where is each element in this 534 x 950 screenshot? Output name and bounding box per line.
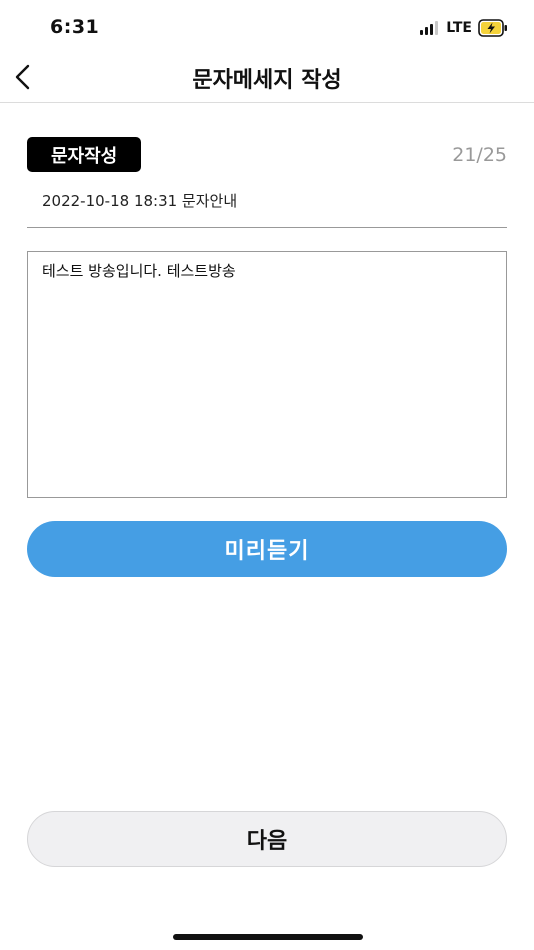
character-counter: 21/25 xyxy=(452,144,507,166)
network-label: LTE xyxy=(446,20,472,36)
navigation-bar: 문자메세지 작성 xyxy=(0,50,534,103)
status-indicators: LTE xyxy=(420,19,508,37)
signal-icon xyxy=(420,21,440,35)
divider xyxy=(27,227,507,228)
battery-icon xyxy=(478,19,508,37)
message-textarea[interactable]: 테스트 방송입니다. 테스트방송 xyxy=(27,251,507,498)
compose-badge: 문자작성 xyxy=(27,137,142,172)
status-time: 6:31 xyxy=(50,16,100,38)
preview-button[interactable]: 미리듣기 xyxy=(27,521,507,577)
home-indicator xyxy=(173,934,363,940)
page-title: 문자메세지 작성 xyxy=(192,68,342,93)
status-bar: 6:31 LTE xyxy=(0,0,534,50)
message-info: 2022-10-18 18:31 문자안내 xyxy=(42,192,238,210)
next-button[interactable]: 다음 xyxy=(27,811,507,867)
